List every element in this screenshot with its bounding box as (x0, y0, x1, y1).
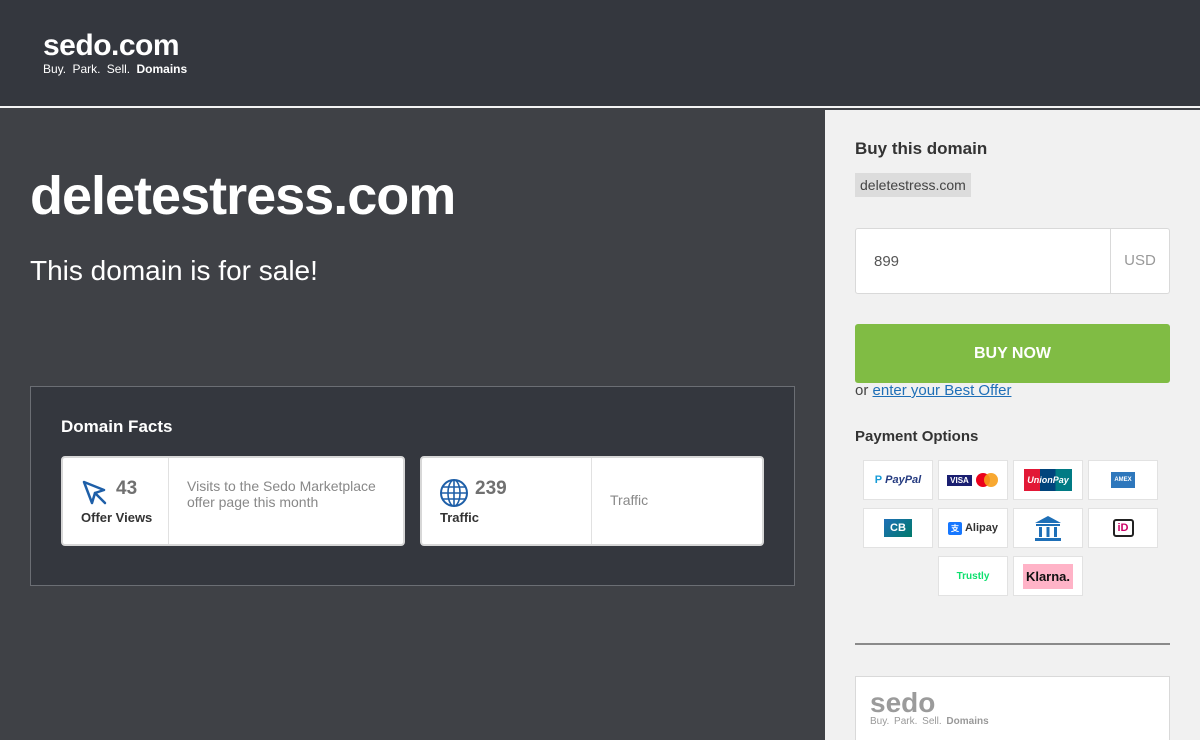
currency-label: USD (1110, 229, 1169, 293)
buy-now-button[interactable]: BUY NOW (855, 324, 1170, 383)
fact-card-traffic: 239 Traffic Traffic (420, 456, 764, 546)
traffic-label: Traffic (440, 510, 480, 525)
domain-facts-title: Domain Facts (61, 417, 173, 436)
domain-chip: deletestress.com (855, 173, 971, 197)
price-field: USD (855, 228, 1170, 294)
klarna-icon: Klarna. (1013, 556, 1083, 596)
footer-logo-tagline: Buy. Park. Sell. Domains (870, 716, 989, 727)
cursor-icon (82, 480, 107, 505)
offer-views-count: 43 (116, 478, 138, 499)
cartes-bancaires-icon: CB (863, 508, 933, 548)
traffic-description: Traffic (610, 492, 649, 508)
offer-views-description: Visits to the Sedo Marketplace offer pag… (187, 478, 376, 510)
for-sale-subtitle: This domain is for sale! (30, 255, 318, 286)
traffic-count: 239 (475, 478, 507, 499)
logo-tagline: Buy. Park. Sell. Domains (43, 62, 187, 76)
visa-mastercard-icon: VISA (938, 460, 1008, 500)
fact-summary: 43 Offer Views (63, 458, 169, 544)
logo-tagline-bold: Domains (136, 62, 188, 76)
site-header: sedo.com Buy. Park. Sell. Domains (0, 0, 1200, 108)
footer-tagline-bold: Domains (946, 716, 989, 727)
offer-views-label: Offer Views (81, 510, 153, 525)
domain-title: deletestress.com (30, 166, 456, 226)
alipay-icon: 支 Alipay (938, 508, 1008, 548)
buy-sidebar: Buy this domain deletestress.com USD BUY… (825, 110, 1200, 740)
buy-title: Buy this domain (855, 139, 988, 158)
payment-options-title: Payment Options (855, 428, 979, 445)
domain-facts-panel: Domain Facts 43 Offer Views Visits to th… (30, 386, 795, 586)
sidebar-divider (855, 643, 1170, 645)
globe-icon (440, 479, 468, 507)
best-offer-link[interactable]: enter your Best Offer (873, 382, 1012, 399)
sedo-logo[interactable]: sedo.com Buy. Park. Sell. Domains (43, 29, 187, 77)
footer-logo-wordmark: sedo (870, 687, 936, 718)
logo-wordmark: sedo.com (43, 29, 180, 62)
logo-tagline-plain: Buy. Park. Sell. (43, 62, 131, 76)
offer-prefix: or (855, 382, 869, 399)
best-offer-line: or enter your Best Offer (855, 382, 1011, 399)
bank-transfer-icon (1013, 508, 1083, 548)
price-input[interactable] (856, 229, 1110, 293)
main-panel: deletestress.com This domain is for sale… (0, 110, 825, 740)
sedo-footer-logo: sedo Buy. Park. Sell. Domains (855, 676, 1170, 740)
unionpay-icon: UnionPay (1013, 460, 1083, 500)
fact-card-offer-views: 43 Offer Views Visits to the Sedo Market… (61, 456, 405, 546)
paypal-icon: P PayPal (863, 460, 933, 500)
fact-summary: 239 Traffic (422, 458, 592, 544)
ideal-icon: iD (1088, 508, 1158, 548)
amex-icon: AMEX (1088, 460, 1158, 500)
footer-tagline-plain: Buy. Park. Sell. (870, 716, 942, 727)
trustly-icon: Trustly (938, 556, 1008, 596)
